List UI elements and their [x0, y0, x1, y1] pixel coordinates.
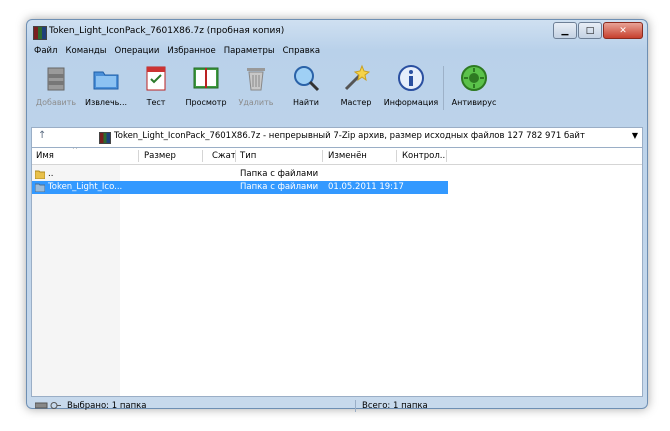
col-modified[interactable]: Изменён: [328, 151, 367, 161]
find-icon: [292, 64, 320, 92]
info-button[interactable]: Информация: [381, 60, 441, 124]
row-modified: 01.05.2011 19:17: [328, 182, 404, 192]
extract-button[interactable]: Извлечь...: [81, 60, 131, 124]
menu-commands[interactable]: Команды: [62, 45, 109, 59]
column-divider[interactable]: [138, 150, 139, 162]
sort-ascending-icon: ^: [72, 147, 78, 154]
address-bar[interactable]: ↑ Token_Light_IconPack_7601X86.7z - непр…: [31, 127, 643, 148]
address-text: Token_Light_IconPack_7601X86.7z - непрер…: [114, 131, 585, 141]
folder-icon: [35, 183, 45, 192]
add-button[interactable]: Добавить: [31, 60, 81, 124]
col-packed[interactable]: Сжат: [212, 151, 236, 161]
table-row[interactable]: .. Папка с файлами: [32, 168, 448, 181]
test-button[interactable]: Тест: [131, 60, 181, 124]
minimize-button[interactable]: ▁: [553, 22, 577, 39]
menu-options[interactable]: Параметры: [221, 45, 278, 59]
status-total: Всего: 1 папка: [362, 400, 428, 411]
menu-bar: Файл Команды Операции Избранное Параметр…: [31, 45, 643, 59]
view-button[interactable]: Просмотр: [181, 60, 231, 124]
add-archive-icon: [42, 64, 70, 92]
list-header: Имя ^ Размер Сжат Тип Изменён Контрол...: [32, 148, 642, 165]
chevron-down-icon[interactable]: ▼: [632, 131, 638, 140]
status-bar: Выбрано: 1 папка Всего: 1 папка: [31, 398, 643, 413]
maximize-icon: □: [585, 25, 595, 36]
close-icon: ✕: [619, 25, 627, 36]
up-arrow-icon[interactable]: ↑: [38, 130, 46, 141]
row-name: ..: [48, 169, 54, 179]
wizard-icon: [342, 64, 371, 92]
toolbar: Добавить Извлечь... Тест Просмотр Удалит…: [31, 60, 643, 126]
drive-key-icon: [34, 401, 61, 410]
view-icon: [192, 64, 220, 92]
delete-button[interactable]: Удалить: [231, 60, 281, 124]
column-divider[interactable]: [202, 150, 203, 162]
winrar-window: Token_Light_IconPack_7601X86.7z (пробная…: [26, 19, 648, 412]
column-divider[interactable]: [235, 150, 236, 162]
title-bar[interactable]: Token_Light_IconPack_7601X86.7z (пробная…: [27, 20, 647, 44]
wizard-button[interactable]: Мастер: [331, 60, 381, 124]
antivirus-icon: [460, 64, 488, 92]
minimize-icon: ▁: [561, 25, 569, 36]
toolbar-separator: [443, 66, 444, 110]
row-type: Папка с файлами: [240, 169, 319, 179]
close-button[interactable]: ✕: [603, 22, 643, 39]
name-column-shade: [32, 165, 120, 396]
menu-favorites[interactable]: Избранное: [164, 45, 218, 59]
row-type: Папка с файлами: [240, 182, 319, 192]
status-divider: [355, 399, 356, 412]
column-divider[interactable]: [396, 150, 397, 162]
archive-icon: [99, 132, 111, 144]
col-size[interactable]: Размер: [144, 151, 176, 161]
maximize-button[interactable]: □: [578, 22, 602, 39]
row-name: Token_Light_Ico...: [48, 182, 123, 192]
column-divider[interactable]: [446, 150, 447, 162]
find-button[interactable]: Найти: [281, 60, 331, 124]
window-title: Token_Light_IconPack_7601X86.7z (пробная…: [49, 26, 285, 36]
winrar-app-icon[interactable]: [33, 26, 47, 40]
status-selected: Выбрано: 1 папка: [67, 400, 147, 411]
info-icon: [397, 64, 425, 92]
col-name[interactable]: Имя: [36, 151, 54, 161]
menu-file[interactable]: Файл: [31, 45, 60, 59]
col-crc[interactable]: Контрол...: [402, 151, 448, 161]
column-divider[interactable]: [322, 150, 323, 162]
extract-icon: [92, 64, 120, 92]
table-row-selected[interactable]: Token_Light_Ico... Папка с файлами 01.05…: [32, 181, 448, 194]
delete-icon: [242, 64, 270, 92]
antivirus-button[interactable]: Антивирус: [446, 60, 502, 124]
folder-up-icon: [35, 170, 45, 179]
test-icon: [142, 64, 170, 92]
file-list[interactable]: Имя ^ Размер Сжат Тип Изменён Контрол...…: [31, 147, 643, 397]
menu-operations[interactable]: Операции: [112, 45, 163, 59]
menu-help[interactable]: Справка: [280, 45, 323, 59]
col-type[interactable]: Тип: [240, 151, 256, 161]
